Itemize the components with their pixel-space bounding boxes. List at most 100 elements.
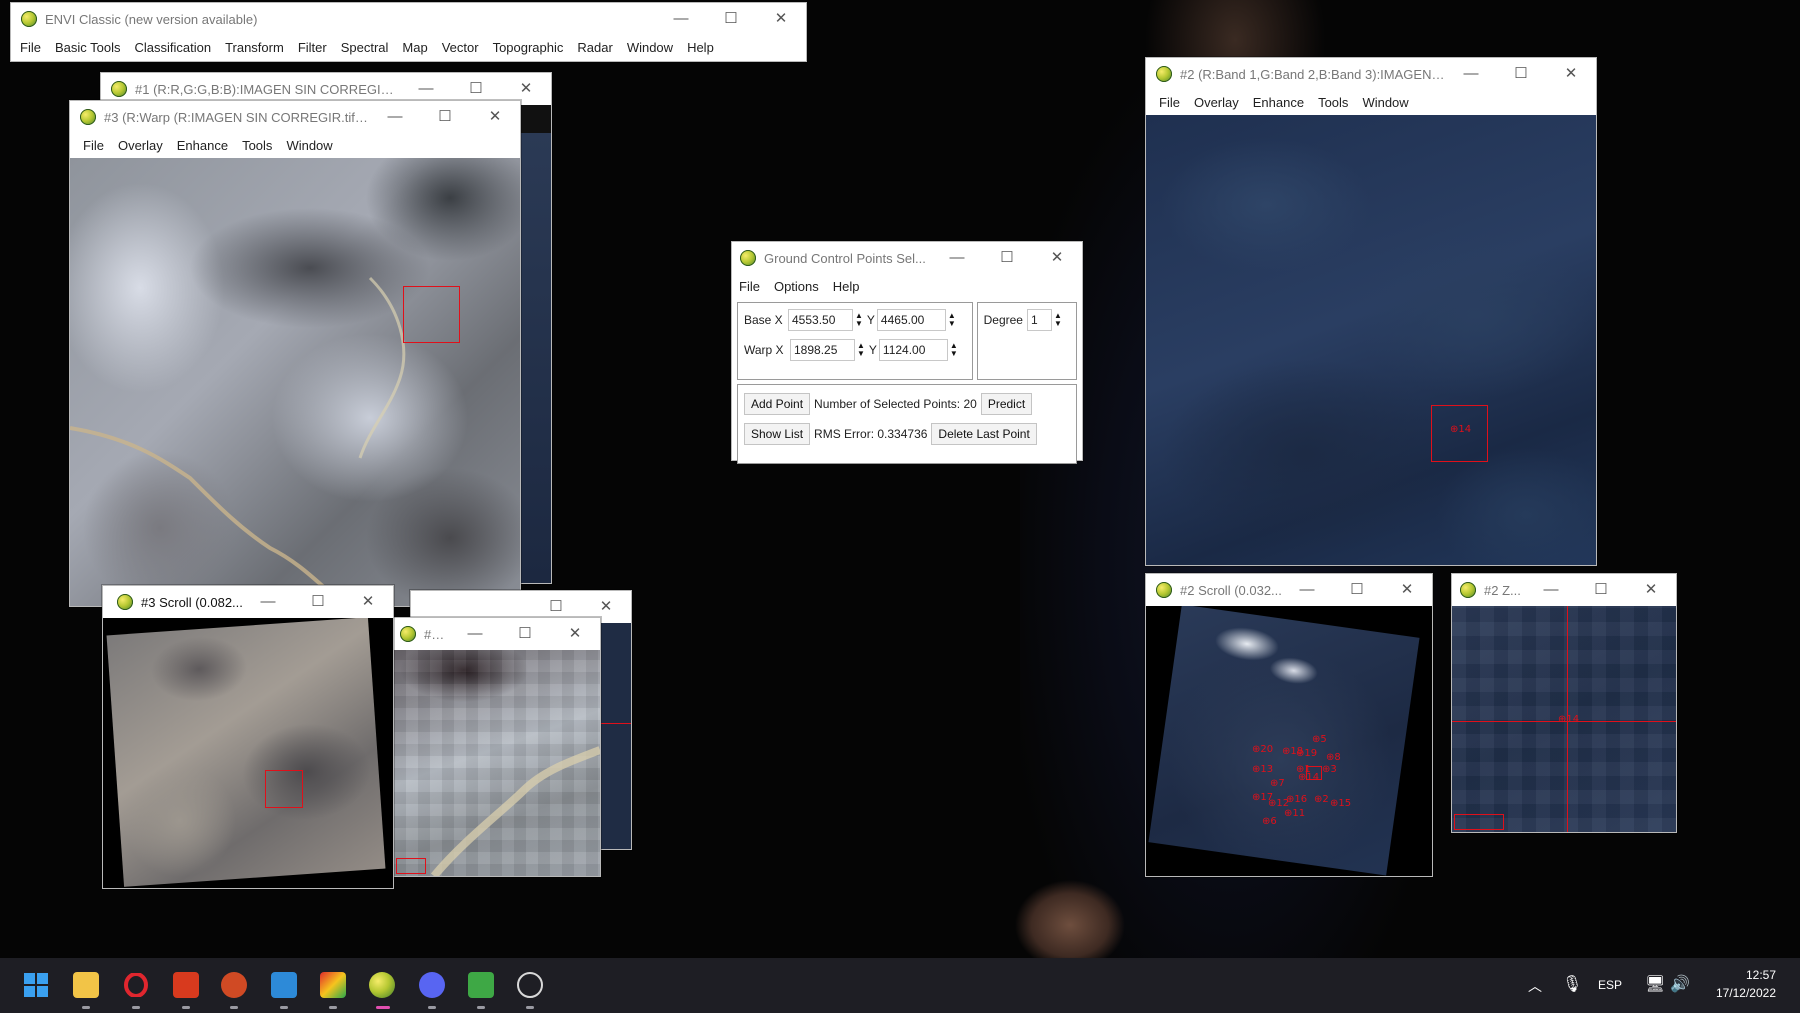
envi-taskbar-icon[interactable] xyxy=(369,972,395,998)
menu-window[interactable]: Window xyxy=(1355,95,1415,110)
menu-filter[interactable]: Filter xyxy=(291,40,334,55)
minimize-button[interactable]: — xyxy=(450,618,500,650)
base-x-input[interactable]: 4553.50 xyxy=(788,309,853,331)
minimize-button[interactable]: — xyxy=(1446,58,1496,90)
globe-app-icon[interactable] xyxy=(517,972,543,998)
scroll2-gcp-marker[interactable]: ⊕2 xyxy=(1314,794,1329,805)
display2-gcp-marker[interactable]: ⊕14 xyxy=(1450,424,1471,435)
menu-classification[interactable]: Classification xyxy=(127,40,218,55)
zoom3-image[interactable] xyxy=(394,650,600,876)
close-button[interactable]: ✕ xyxy=(1546,58,1596,90)
menu-file[interactable]: File xyxy=(76,138,111,153)
envi-main-titlebar[interactable]: ENVI Classic (new version available) — ☐… xyxy=(11,3,806,35)
network-icon[interactable]: 🖥 xyxy=(1645,974,1665,994)
windows-start-icon[interactable] xyxy=(23,972,49,998)
scroll3-image[interactable] xyxy=(103,618,393,888)
menu-radar[interactable]: Radar xyxy=(570,40,619,55)
add-point-button[interactable]: Add Point xyxy=(744,393,811,415)
degree-input[interactable]: 1 xyxy=(1026,309,1052,331)
scroll2-gcp-marker[interactable]: ⊕20 xyxy=(1252,744,1273,755)
menu-map[interactable]: Map xyxy=(395,40,434,55)
scroll3-window[interactable]: #3 Scroll (0.082... — ☐ ✕ xyxy=(102,585,394,889)
envi-main-window[interactable]: ENVI Classic (new version available) — ☐… xyxy=(10,2,807,62)
warp-x-input[interactable]: 1898.25 xyxy=(790,339,855,361)
scroll2-image[interactable]: ⊕5 ⊕20 ⊕18 ⊕19 ⊕8 ⊕13 ⊕1 ⊕3 ⊕7 ⊕17 ⊕16 ⊕2 ⊕12 ⊕15 ⊕11 ⊕… xyxy=(1146,606,1432,876)
scroll3-view-box[interactable] xyxy=(265,770,303,808)
file-explorer-icon[interactable] xyxy=(73,972,99,998)
menu-transform[interactable]: Transform xyxy=(218,40,291,55)
discord-icon[interactable] xyxy=(419,972,445,998)
minimize-button[interactable]: — xyxy=(1282,574,1332,606)
maximize-button[interactable]: ☐ xyxy=(1332,574,1382,606)
close-button[interactable]: ✕ xyxy=(343,586,393,618)
opera-browser-icon[interactable] xyxy=(123,972,149,998)
gcp-dialog[interactable]: Ground Control Points Sel... — ☐ ✕ File … xyxy=(731,241,1083,464)
chevron-up-icon[interactable]: ︿ xyxy=(1528,976,1542,996)
degree-spinner-icon[interactable]: ▲ ▼ xyxy=(1054,312,1062,328)
base-y-spinner-icon[interactable]: ▲ ▼ xyxy=(948,312,956,328)
notepad-icon[interactable] xyxy=(271,972,297,998)
scroll2-gcp-marker[interactable]: ⊕5 xyxy=(1312,734,1327,745)
microphone-icon[interactable]: 🎙 xyxy=(1562,974,1582,994)
language-indicator[interactable]: ESP xyxy=(1598,978,1622,992)
clock-time[interactable]: 12:57 xyxy=(1728,968,1776,982)
scroll2-view-box[interactable] xyxy=(1306,766,1322,780)
show-list-button[interactable]: Show List xyxy=(744,423,811,445)
menu-enhance[interactable]: Enhance xyxy=(1246,95,1311,110)
predict-button[interactable]: Predict xyxy=(980,393,1033,415)
sheet-app-icon[interactable] xyxy=(468,972,494,998)
display2-image[interactable]: ⊕14 xyxy=(1146,115,1596,565)
menu-basic-tools[interactable]: Basic Tools xyxy=(48,40,128,55)
powerpoint-icon[interactable] xyxy=(221,972,247,998)
warp-y-spinner-icon[interactable]: ▲ ▼ xyxy=(950,342,958,358)
zoom2-image[interactable]: ⊕14 xyxy=(1452,606,1676,832)
display1-image[interactable] xyxy=(521,133,551,583)
base-x-spinner-icon[interactable]: ▲ ▼ xyxy=(855,312,863,328)
close-button[interactable]: ✕ xyxy=(1382,574,1432,606)
base-y-input[interactable]: 4465.00 xyxy=(876,309,946,331)
menu-overlay[interactable]: Overlay xyxy=(1187,95,1246,110)
scroll2-titlebar[interactable]: #2 Scroll (0.032... — ☐ ✕ xyxy=(1146,574,1432,606)
menu-file[interactable]: File xyxy=(13,40,48,55)
scroll2-gcp-marker[interactable]: ⊕8 xyxy=(1326,752,1341,763)
scroll2-gcp-marker[interactable]: ⊕7 xyxy=(1270,778,1285,789)
close-button[interactable]: ✕ xyxy=(470,101,520,133)
scroll3-titlebar[interactable]: #3 Scroll (0.082... — ☐ ✕ xyxy=(103,586,393,618)
delete-last-point-button[interactable]: Delete Last Point xyxy=(931,423,1037,445)
maximize-button[interactable]: ☐ xyxy=(706,3,756,35)
scroll2-gcp-marker[interactable]: ⊕13 xyxy=(1252,764,1273,775)
scroll2-gcp-marker[interactable]: ⊕6 xyxy=(1262,816,1277,827)
display2-window[interactable]: #2 (R:Band 1,G:Band 2,B:Band 3):IMAGEN_.… xyxy=(1145,57,1597,566)
gcp-titlebar[interactable]: Ground Control Points Sel... — ☐ ✕ xyxy=(732,242,1082,274)
close-button[interactable]: ✕ xyxy=(756,3,806,35)
close-button[interactable]: ✕ xyxy=(1032,242,1082,274)
menu-help[interactable]: Help xyxy=(680,40,721,55)
maximize-button[interactable]: ☐ xyxy=(500,618,550,650)
menu-options[interactable]: Options xyxy=(767,279,826,294)
zoom2-gcp-marker[interactable]: ⊕14 xyxy=(1558,714,1579,725)
clock-date[interactable]: 17/12/2022 xyxy=(1705,986,1776,1000)
volume-icon[interactable]: 🔊 xyxy=(1670,974,1690,994)
menu-window[interactable]: Window xyxy=(620,40,680,55)
warp-x-spinner-icon[interactable]: ▲ ▼ xyxy=(857,342,865,358)
menu-file[interactable]: File xyxy=(732,279,767,294)
scroll2-window[interactable]: #2 Scroll (0.032... — ☐ ✕ ⊕5 ⊕20 ⊕18 ⊕19 ⊕8 ⊕… xyxy=(1145,573,1433,877)
maximize-button[interactable]: ☐ xyxy=(293,586,343,618)
close-button[interactable]: ✕ xyxy=(1626,574,1676,606)
minimize-button[interactable]: — xyxy=(656,3,706,35)
minimize-button[interactable]: — xyxy=(932,242,982,274)
display2-zoom-box[interactable]: ⊕14 xyxy=(1431,405,1488,462)
maximize-button[interactable]: ☐ xyxy=(420,101,470,133)
display3-zoom-box[interactable] xyxy=(403,286,460,343)
display3-window[interactable]: #3 (R:Warp (R:IMAGEN SIN CORREGIR.tif),.… xyxy=(69,100,521,607)
zoom2-window[interactable]: #2 Z... — ☐ ✕ ⊕14 xyxy=(1451,573,1677,833)
menu-spectral[interactable]: Spectral xyxy=(334,40,396,55)
menu-help[interactable]: Help xyxy=(826,279,867,294)
scroll2-gcp-marker[interactable]: ⊕19 xyxy=(1296,748,1317,759)
winrar-icon[interactable] xyxy=(320,972,346,998)
minimize-button[interactable]: — xyxy=(1526,574,1576,606)
zoom3-window[interactable]: #3 Z... — ☐ ✕ xyxy=(393,617,601,877)
menu-topographic[interactable]: Topographic xyxy=(486,40,571,55)
menu-window[interactable]: Window xyxy=(279,138,339,153)
menu-overlay[interactable]: Overlay xyxy=(111,138,170,153)
